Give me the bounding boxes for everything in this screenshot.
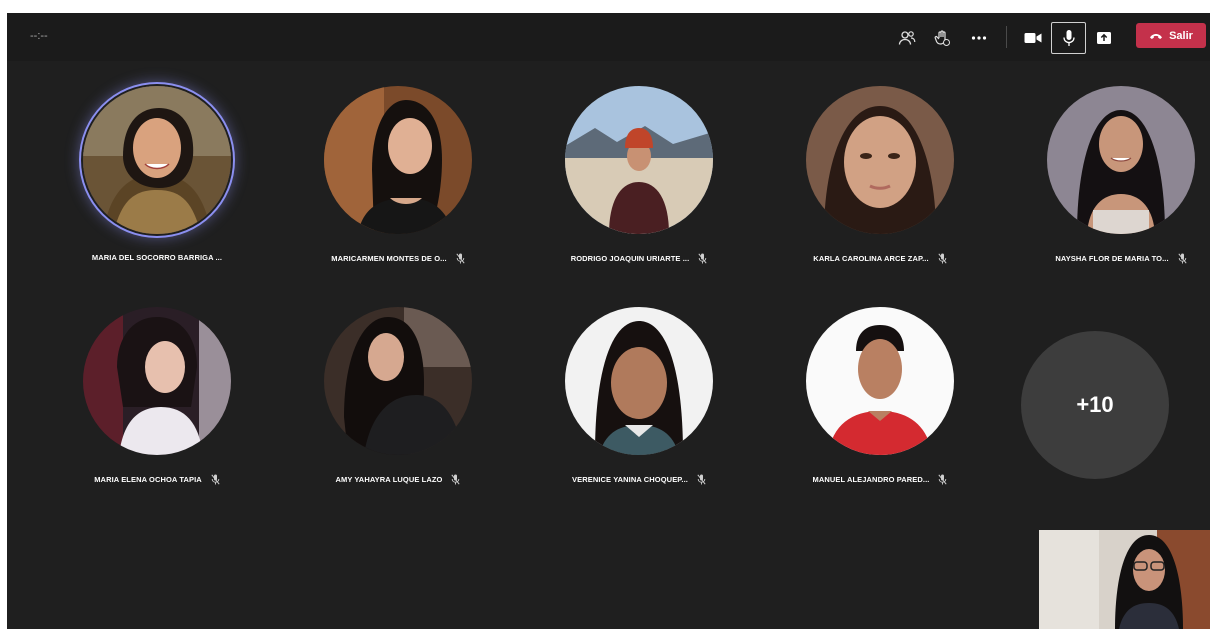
raise-hand-icon: [934, 30, 950, 46]
participant-name: KARLA CAROLINA ARCE ZAP...: [813, 254, 929, 263]
leave-button[interactable]: Salir: [1136, 23, 1206, 48]
mic-muted-icon: [451, 474, 461, 485]
participant-name: VERENICE YANINA CHOQUEP...: [572, 475, 688, 484]
meeting-timer: --:--: [30, 30, 48, 42]
more-actions-button[interactable]: [962, 23, 996, 53]
share-tray-icon: [1097, 32, 1111, 44]
participant-name: NAYSHA FLOR DE MARIA TO...: [1055, 254, 1169, 263]
mic-muted-icon: [938, 474, 948, 485]
participant-name: MARIA DEL SOCORRO BARRIGA ...: [91, 253, 223, 262]
participant-tile[interactable]: RODRIGO JOAQUIN URIARTE ...: [524, 86, 754, 286]
meeting-toolbar: --:-- Salir: [7, 13, 1210, 61]
mic-muted-icon: [456, 253, 465, 264]
participant-tile[interactable]: NAYSHA FLOR DE MARIA TO...: [1006, 86, 1210, 286]
mic-muted-icon: [938, 253, 947, 264]
participants-button[interactable]: [890, 23, 924, 53]
hang-up-icon: [1150, 33, 1163, 39]
participant-avatar: [806, 307, 954, 455]
participant-avatar: [1047, 86, 1195, 234]
participant-avatar: [324, 86, 472, 234]
video-camera-icon: [1024, 33, 1042, 43]
participant-avatar: [83, 307, 231, 455]
participant-name: RODRIGO JOAQUIN URIARTE ...: [570, 254, 690, 263]
people-icon: [898, 31, 916, 45]
overflow-count: +10: [1076, 392, 1114, 417]
mic-muted-icon: [698, 253, 707, 264]
meeting-window: --:-- Salir MARIA DEL SOCORRO BARRIGA ..…: [7, 13, 1210, 629]
toolbar-divider: [1006, 26, 1007, 48]
self-video-preview: [1039, 530, 1210, 629]
participant-avatar: [83, 86, 231, 234]
share-button[interactable]: [1087, 23, 1121, 53]
microphone-icon: [1062, 30, 1075, 46]
participant-avatar: [324, 307, 472, 455]
participant-name: MANUEL ALEJANDRO PARED...: [812, 475, 930, 484]
camera-button[interactable]: [1016, 23, 1050, 53]
overflow-participants-button[interactable]: +10: [1021, 331, 1169, 479]
leave-label: Salir: [1169, 29, 1193, 42]
participant-name: MARICARMEN MONTES DE O...: [331, 254, 447, 263]
participant-tile[interactable]: MARICARMEN MONTES DE O...: [283, 86, 513, 286]
participant-tile[interactable]: VERENICE YANINA CHOQUEP...: [524, 307, 754, 507]
microphone-button[interactable]: [1051, 22, 1086, 54]
participant-avatar: [806, 86, 954, 234]
participant-avatar: [565, 86, 713, 234]
participant-name: MARIA ELENA OCHOA TAPIA: [94, 475, 202, 484]
participant-name: AMY YAHAYRA LUQUE LAZO: [335, 475, 443, 484]
participant-tile[interactable]: AMY YAHAYRA LUQUE LAZO: [283, 307, 513, 507]
participant-tile[interactable]: MARIA ELENA OCHOA TAPIA: [42, 307, 272, 507]
participant-avatar: [565, 307, 713, 455]
mic-muted-icon: [697, 474, 706, 485]
participant-tile[interactable]: MANUEL ALEJANDRO PARED...: [765, 307, 995, 507]
participant-tile[interactable]: KARLA CAROLINA ARCE ZAP...: [765, 86, 995, 286]
participant-tile[interactable]: MARIA DEL SOCORRO BARRIGA ...: [42, 86, 272, 286]
raise-hand-button[interactable]: [925, 23, 959, 53]
more-horizontal-icon: [971, 36, 987, 40]
mic-muted-icon: [1178, 253, 1187, 264]
mic-muted-icon: [211, 474, 220, 485]
